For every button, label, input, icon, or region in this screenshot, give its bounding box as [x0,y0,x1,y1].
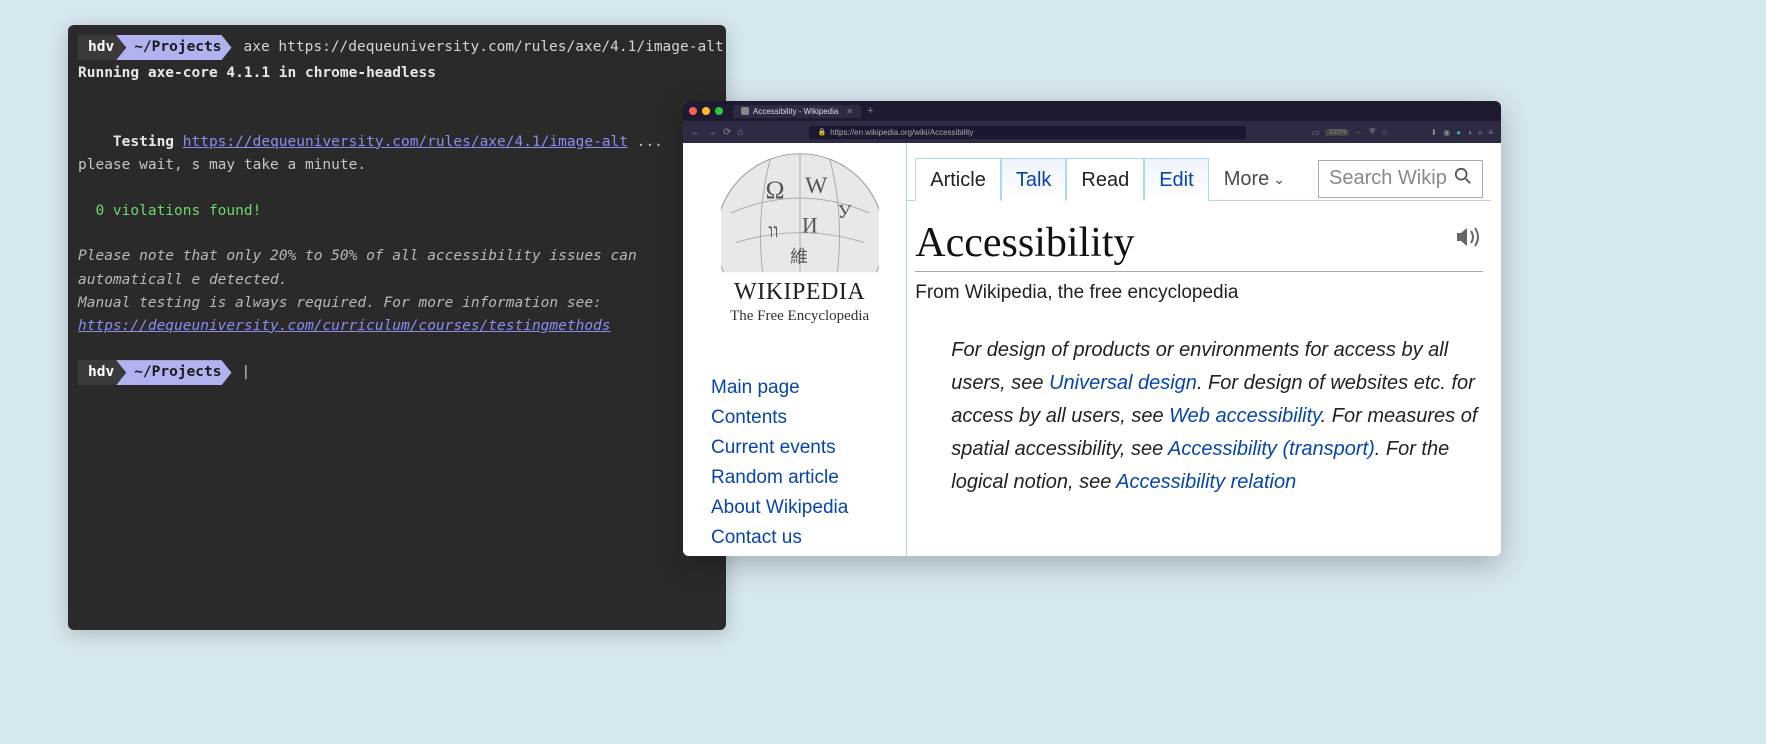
back-icon[interactable]: ← [691,127,701,138]
prompt-line-2[interactable]: hdv ~/Projects | [78,360,716,385]
address-bar[interactable]: 🔒 https://en.wikipedia.org/wiki/Accessib… [809,126,1245,139]
page-subtitle: From Wikipedia, the free encyclopedia [915,282,1483,304]
svg-text:У: У [837,201,851,223]
more-icon[interactable]: ⋯ [1355,128,1363,137]
tab-edit[interactable]: Edit [1144,158,1208,201]
svg-text:וו: וו [768,221,778,243]
prompt-user: hdv [78,35,124,60]
term-running: Running axe-core 4.1.1 in chrome-headles… [78,62,716,85]
tab-title: Accessibility - Wikipedia [753,107,838,116]
wiki-nav: Main page Contents Current events Random… [711,373,888,553]
overflow-icon[interactable]: » [1478,128,1482,137]
term-testing-url[interactable]: https://dequeuniversity.com/rules/axe/4.… [183,134,628,150]
close-window-icon[interactable] [689,107,697,115]
term-blank [78,85,716,107]
search-icon[interactable] [1454,167,1472,191]
terminal-window: hdv ~/Projects axe https://dequeuniversi… [68,25,726,630]
prompt-line-1: hdv ~/Projects axe https://dequeuniversi… [78,35,716,60]
ext1-icon[interactable]: ● [1456,128,1461,137]
browser-tab[interactable]: Accessibility - Wikipedia ✕ [733,105,861,118]
traffic-lights [689,107,723,115]
link-universal-design[interactable]: Universal design [1049,372,1197,394]
wiki-main: Article Talk Read Edit More ⌄ Search Wik… [907,143,1501,556]
wiki-sidebar: Ω W У И וו 維 WIKIPEDIA The Free Encyclop… [683,143,907,556]
wiki-tabs: Article Talk Read Edit More ⌄ Search Wik… [907,143,1491,201]
term-blank-3 [78,338,716,360]
nav-contact[interactable]: Contact us [711,523,888,553]
browser-tab-strip: Accessibility - Wikipedia ✕ + [683,101,1501,121]
tab-article[interactable]: Article [915,158,1001,201]
tab-read[interactable]: Read [1066,158,1144,201]
tab-close-icon[interactable]: ✕ [846,107,853,116]
lock-icon: 🔒 [817,128,826,136]
hatnote: For design of products or environments f… [951,334,1483,499]
term-testing-label: Testing [113,134,183,150]
term-note-2: Manual testing is always required. For m… [78,292,716,315]
link-accessibility-transport[interactable]: Accessibility (transport) [1168,438,1375,460]
page-title: Accessibility [915,219,1483,272]
prompt-path: ~/Projects [116,35,231,60]
reload-icon[interactable]: ⟳ [723,127,731,138]
more-label: More [1224,168,1270,191]
term-note-link[interactable]: https://dequeuniversity.com/curriculum/c… [78,315,716,338]
zoom-badge[interactable]: 300% [1325,129,1349,136]
browser-window: Accessibility - Wikipedia ✕ + ← → ⟳ ⌂ 🔒 … [683,101,1501,556]
svg-text:W: W [805,173,828,199]
tab-talk[interactable]: Talk [1001,158,1067,201]
browser-toolbar: ← → ⟳ ⌂ 🔒 https://en.wikipedia.org/wiki/… [683,121,1501,143]
svg-text:維: 維 [790,246,808,266]
svg-text:И: И [802,214,818,238]
browser-viewport: Ω W У И וו 維 WIKIPEDIA The Free Encyclop… [683,143,1501,556]
wiki-article: Accessibility From Wikipedia, the free e… [907,201,1491,517]
term-violations: 0 violations found! [78,200,716,223]
wiki-logo[interactable]: Ω W У И וו 維 WIKIPEDIA The Free Encyclop… [711,143,888,333]
forward-icon[interactable]: → [707,127,717,138]
tab-more[interactable]: More ⌄ [1209,157,1300,200]
nav-contents[interactable]: Contents [711,403,888,433]
wiki-wordmark: WIKIPEDIA [711,279,888,306]
chevron-down-icon: ⌄ [1273,171,1285,188]
term-note-1: Please note that only 20% to 50% of all … [78,245,716,291]
shield-icon[interactable]: ⛨ [1369,127,1375,137]
menu-icon[interactable]: ≡ [1488,128,1493,137]
reader-icon[interactable]: ▭ [1312,128,1320,137]
search-input[interactable]: Search Wikip [1318,160,1483,198]
svg-text:Ω: Ω [765,175,784,204]
new-tab-icon[interactable]: + [867,105,873,117]
nav-main-page[interactable]: Main page [711,373,888,403]
speaker-icon[interactable] [1455,225,1483,254]
ext2-icon[interactable]: ◑ [1467,128,1472,137]
sync-icon[interactable]: ◉ [1443,128,1450,137]
toolbar-right: ▭ 300% ⋯ ⛨ ☆ ⬇ ◉ ● ◑ » ≡ [1312,127,1493,137]
term-testing: Testing https://dequeuniversity.com/rule… [78,107,716,200]
prompt-path-2: ~/Projects [116,360,231,385]
link-web-accessibility[interactable]: Web accessibility [1169,405,1321,427]
maximize-window-icon[interactable] [715,107,723,115]
link-accessibility-relation[interactable]: Accessibility relation [1116,471,1296,493]
home-icon[interactable]: ⌂ [737,127,743,138]
prompt-command: axe https://dequeuniversity.com/rules/ax… [244,36,724,59]
nav-current-events[interactable]: Current events [711,433,888,463]
favicon-icon [741,107,749,115]
nav-about[interactable]: About Wikipedia [711,493,888,523]
search-placeholder: Search Wikip [1329,167,1447,190]
download-icon[interactable]: ⬇ [1431,128,1438,137]
star-icon[interactable]: ☆ [1381,128,1388,137]
cursor: | [242,361,251,384]
nav-random-article[interactable]: Random article [711,463,888,493]
wiki-globe-icon: Ω W У И וו 維 [721,143,879,273]
minimize-window-icon[interactable] [702,107,710,115]
wiki-tagline: The Free Encyclopedia [711,308,888,325]
prompt-user-2: hdv [78,360,124,385]
term-blank-2 [78,223,716,245]
url-text: https://en.wikipedia.org/wiki/Accessibil… [830,128,973,137]
